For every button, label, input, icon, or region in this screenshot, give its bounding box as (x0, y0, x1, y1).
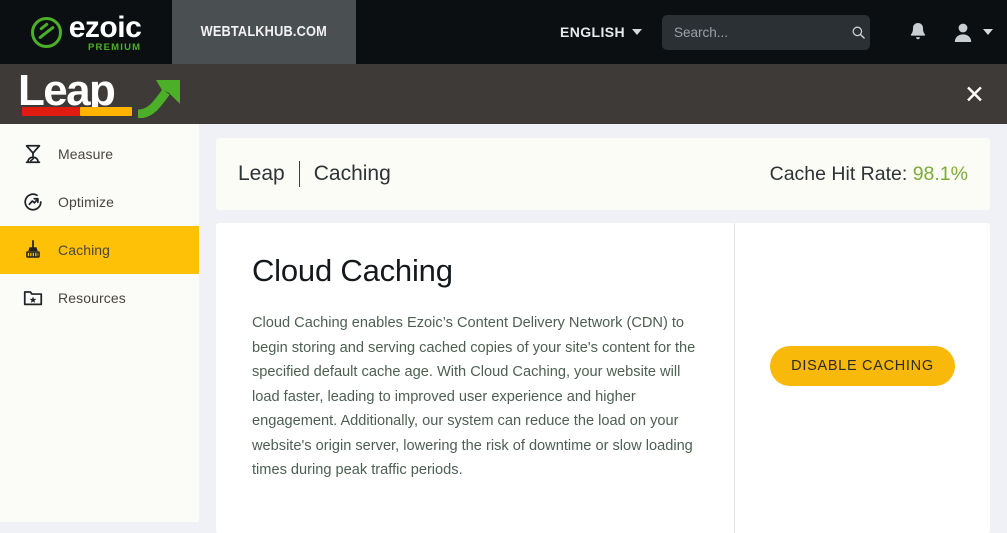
disable-caching-button[interactable]: DISABLE CACHING (770, 346, 955, 386)
main-content-area: Leap Caching Cache Hit Rate: 98.1% Cloud… (199, 124, 1007, 533)
breadcrumb: Leap Caching (238, 161, 391, 187)
sidebar-item-label: Measure (58, 146, 114, 162)
leap-logo-yellow-bar (80, 107, 132, 116)
cache-hit-rate-label: Cache Hit Rate: (769, 162, 908, 185)
broom-icon (26, 239, 40, 258)
bell-icon (910, 23, 926, 40)
breadcrumb-bar: Leap Caching Cache Hit Rate: 98.1% (216, 138, 990, 210)
language-selector[interactable]: ENGLISH (560, 24, 642, 40)
search-box[interactable] (662, 14, 870, 50)
leap-logo-red-bar (22, 107, 80, 116)
card-action-column: DISABLE CACHING (735, 223, 990, 533)
card-text-column: Cloud Caching Cloud Caching enables Ezoi… (216, 223, 735, 533)
breadcrumb-current: Caching (313, 162, 391, 185)
brand-wordmark: ezoic PREMIUM (68, 10, 142, 53)
optimize-arrow-circle-icon (24, 193, 42, 211)
cloud-caching-card: Cloud Caching Cloud Caching enables Ezoi… (216, 223, 990, 533)
language-label: ENGLISH (559, 24, 625, 40)
brand-name: ezoic (68, 10, 142, 44)
site-selector-tab[interactable]: WEBTALKHUB.COM (172, 0, 356, 64)
sidebar-item-label: Caching (58, 242, 111, 258)
cache-hit-rate: Cache Hit Rate: 98.1% (770, 163, 968, 186)
breadcrumb-separator (298, 161, 300, 187)
navbar-actions: ENGLISH (560, 0, 1007, 64)
sidebar-item-label: Optimize (58, 194, 115, 210)
ezoic-brand-logo[interactable]: ezoic PREMIUM (0, 0, 172, 64)
cache-hit-rate-value: 98.1% (912, 162, 968, 185)
account-menu-button[interactable] (942, 21, 993, 43)
leap-header-bar: Leap ✕ (0, 64, 1007, 124)
sidebar-item-caching[interactable]: Caching (0, 226, 199, 274)
sidebar-item-measure[interactable]: Measure (0, 130, 199, 178)
sidebar-item-optimize[interactable]: Optimize (0, 178, 199, 226)
leap-logo: Leap (18, 68, 193, 118)
ezoic-logo-icon (30, 16, 62, 48)
navbar-spacer (356, 0, 560, 64)
chevron-down-icon (983, 29, 993, 35)
site-domain-label: WEBTALKHUB.COM (200, 24, 328, 40)
top-navbar: ezoic PREMIUM WEBTALKHUB.COM ENGLISH (0, 0, 1007, 64)
page-title: Cloud Caching (252, 253, 453, 288)
chevron-down-icon (632, 29, 642, 35)
card-description: Cloud Caching enables Ezoic’s Content De… (252, 315, 696, 478)
leap-sidebar: Measure Optimize Caching Resources (0, 124, 199, 522)
user-avatar-icon (954, 23, 972, 42)
breadcrumb-root[interactable]: Leap (238, 162, 285, 186)
brand-tier-label: PREMIUM (88, 41, 142, 53)
notifications-button[interactable] (894, 21, 942, 43)
folder-star-icon (23, 291, 43, 306)
search-icon[interactable] (851, 25, 866, 40)
sidebar-item-resources[interactable]: Resources (0, 274, 199, 322)
sidebar-item-label: Resources (58, 290, 126, 306)
green-growth-arrow-icon (137, 80, 180, 118)
search-input[interactable] (674, 24, 851, 40)
measure-gauge-icon (25, 144, 41, 164)
close-icon[interactable]: ✕ (964, 82, 985, 107)
